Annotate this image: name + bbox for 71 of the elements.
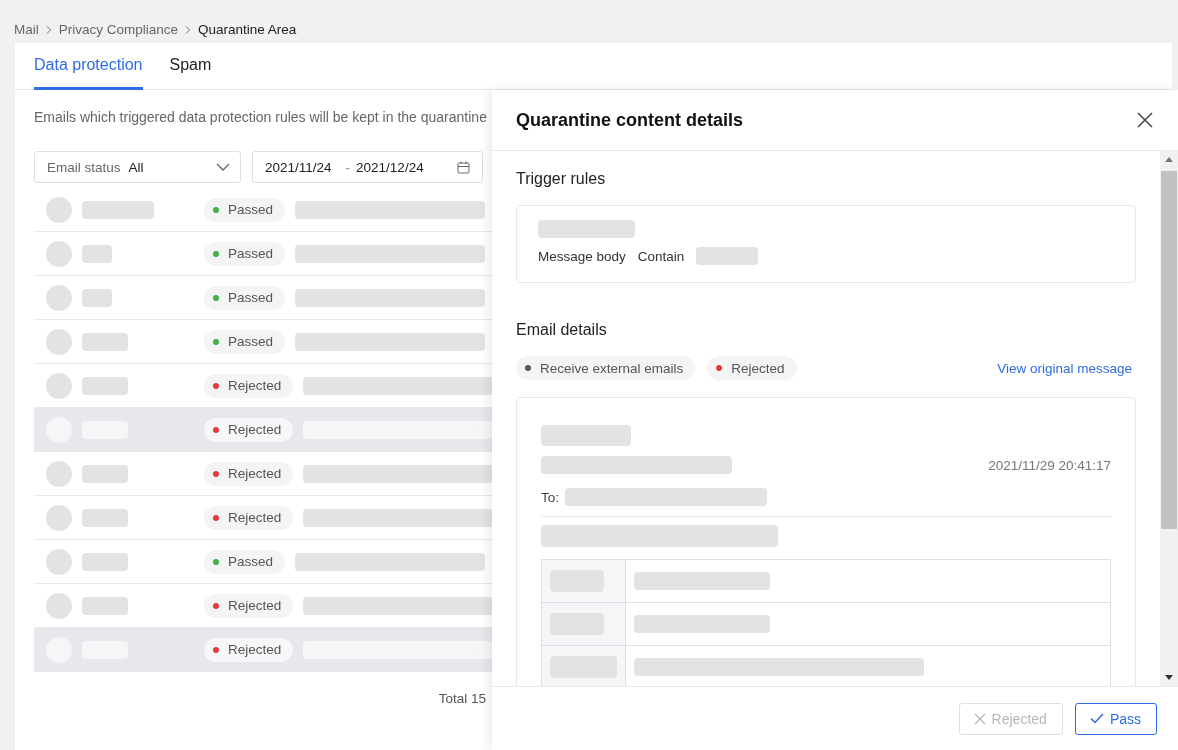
redacted-bar [82,332,128,351]
description-text: Emails which triggered data protection rules will be kept in the quarantine [34,109,487,125]
rule-field: Message body [538,248,626,264]
avatar-icon [46,284,72,311]
pass-button[interactable]: Pass [1074,702,1157,735]
chevron-down-icon [216,163,230,171]
avatar-icon [46,548,72,575]
email-row[interactable]: Passed [34,320,494,364]
avatar-icon [46,240,72,267]
avatar-icon [46,592,72,619]
status-tag: Passed [204,197,286,222]
drawer-title: Quarantine content details [516,109,744,131]
status-tag: Rejected [204,637,294,662]
section-title: Email details [516,321,608,339]
check-icon [1089,713,1104,724]
scrollbar[interactable] [1160,151,1178,686]
avatar-icon [46,328,72,355]
scroll-up-arrow-icon[interactable] [1165,157,1173,162]
redacted-bar [82,596,128,615]
breadcrumb-item: Quarantine Area [198,22,297,37]
chevron-right-icon [184,25,193,34]
breadcrumb-item[interactable]: Privacy Compliance [58,22,179,37]
calendar-icon [457,160,470,174]
section-title: Trigger rules [516,170,607,188]
email-row[interactable]: Rejected [34,408,494,452]
close-icon [973,712,986,725]
email-row[interactable]: Passed [34,188,494,232]
status-tag: Passed [204,329,286,354]
status-tag: Rejected [204,461,294,486]
tab[interactable]: Data protection [34,43,143,90]
date-range-field[interactable]: 2021/11/24 - 2021/12/24 [252,151,483,183]
status-tag: Receive external emails [516,356,696,380]
close-button[interactable] [1136,111,1154,129]
tab[interactable]: Spam [169,43,212,90]
to-label: To: [541,489,559,505]
avatar-icon [46,372,72,399]
status-tag: Rejected [204,505,294,530]
total-count: Total 15 [437,691,486,706]
status-tag: Passed [204,285,286,310]
status-tag: Rejected [204,373,294,398]
redacted-bar [82,464,128,483]
redacted-bar [82,288,112,307]
status-tag: Rejected [204,593,294,618]
status-tag: Rejected [707,356,797,380]
redacted-bar [82,376,128,395]
avatar-icon [46,460,72,487]
avatar-icon [46,196,72,223]
redacted-bar [82,508,128,527]
status-tag: Passed [204,241,286,266]
email-row[interactable]: Rejected [34,584,494,628]
email-row[interactable]: Rejected [34,496,494,540]
status-tag: Rejected [204,417,294,442]
status-dropdown[interactable]: Email status All [34,151,241,183]
email-row[interactable]: Rejected [34,452,494,496]
avatar-icon [46,504,72,531]
chevron-right-icon [44,25,53,34]
email-row[interactable]: Rejected [34,628,494,672]
email-row[interactable]: Rejected [34,364,494,408]
redacted-bar [82,244,112,263]
email-row[interactable]: Passed [34,276,494,320]
redacted-bar [696,247,759,265]
redacted-bar [82,200,154,219]
scroll-down-arrow-icon[interactable] [1165,675,1173,680]
email-time: 2021/11/29 20:41:17 [988,457,1111,473]
view-original-link[interactable]: View original message [997,360,1132,376]
status-tag: Passed [204,549,286,574]
redacted-bar [82,552,128,571]
rule-operator: Contain [637,248,685,264]
email-row[interactable]: Passed [34,232,494,276]
email-row[interactable]: Passed [34,540,494,584]
breadcrumb-item[interactable]: Mail [14,22,39,37]
